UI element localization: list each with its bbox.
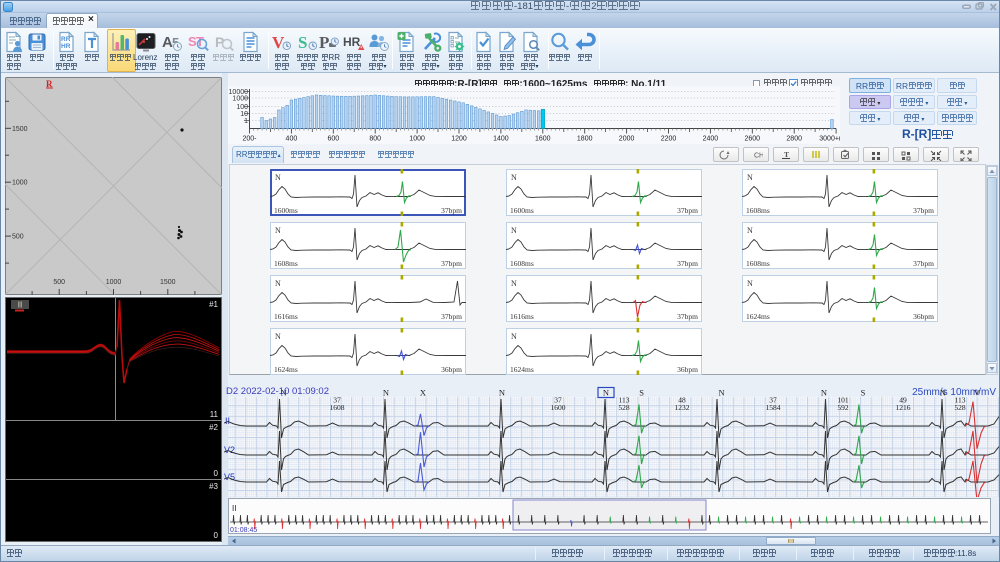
svg-text:1600ms: 1600ms [510, 206, 534, 215]
svg-text:N: N [511, 173, 517, 182]
svg-text:1216: 1216 [896, 403, 911, 412]
svg-text:500: 500 [12, 234, 24, 241]
svg-text:37bpm: 37bpm [441, 206, 462, 215]
svg-text:800: 800 [369, 136, 381, 143]
svg-text:1800: 1800 [577, 136, 593, 143]
svg-text:01:08:45: 01:08:45 [230, 527, 257, 534]
svg-text:V5: V5 [224, 472, 235, 482]
svg-text:2800: 2800 [786, 136, 802, 143]
svg-text:P: P [319, 33, 329, 52]
svg-text:N: N [940, 388, 946, 398]
svg-text:N: N [281, 388, 287, 398]
svg-text:37bpm: 37bpm [677, 206, 698, 215]
svg-text:II: II [232, 504, 236, 513]
svg-text:#2: #2 [209, 423, 218, 432]
svg-text:37bpm: 37bpm [441, 312, 462, 321]
svg-text:S: S [298, 33, 307, 52]
svg-text:N: N [275, 226, 281, 235]
svg-text:X: X [420, 388, 426, 398]
svg-text:528: 528 [618, 403, 630, 412]
svg-text:1600ms: 1600ms [274, 206, 298, 215]
svg-text:1616ms: 1616ms [510, 312, 534, 321]
svg-text:36bpm: 36bpm [677, 365, 698, 374]
svg-text:V: V [974, 388, 981, 398]
svg-text:3000+(ms): 3000+(ms) [819, 136, 840, 143]
svg-text:1232: 1232 [675, 403, 690, 412]
svg-text:N: N [383, 388, 389, 398]
svg-text:1: 1 [244, 118, 248, 125]
svg-text:S: S [639, 388, 644, 398]
svg-text:1616ms: 1616ms [274, 312, 298, 321]
svg-text:1608: 1608 [330, 403, 345, 412]
svg-text:500: 500 [53, 279, 65, 286]
svg-text:1600: 1600 [551, 403, 566, 412]
svg-text:1000: 1000 [12, 180, 28, 187]
svg-text:0: 0 [214, 531, 219, 540]
svg-text:N: N [603, 388, 609, 398]
svg-text:N: N [499, 388, 505, 398]
svg-text:N: N [511, 226, 517, 235]
svg-text:1000: 1000 [232, 95, 248, 102]
svg-text:400: 400 [286, 136, 298, 143]
svg-text:2200: 2200 [661, 136, 677, 143]
svg-text:36bpm: 36bpm [914, 312, 935, 321]
svg-text:N: N [275, 279, 281, 288]
svg-text:HR: HR [343, 35, 361, 49]
svg-text:1624ms: 1624ms [274, 365, 298, 374]
svg-text:37bpm: 37bpm [441, 259, 462, 268]
svg-text:1624ms: 1624ms [746, 312, 770, 321]
svg-text:1500: 1500 [12, 126, 28, 133]
svg-text:36bpm: 36bpm [441, 365, 462, 374]
svg-text:N: N [821, 388, 827, 398]
svg-text:0: 0 [214, 469, 219, 478]
svg-text:592: 592 [837, 403, 849, 412]
svg-text:1200: 1200 [451, 136, 467, 143]
svg-text:1000: 1000 [106, 279, 122, 286]
svg-text:37bpm: 37bpm [914, 259, 935, 268]
svg-text:200-: 200- [242, 136, 257, 143]
svg-text:V: V [272, 33, 285, 52]
svg-text:N: N [747, 226, 753, 235]
svg-text:N: N [747, 279, 753, 288]
svg-text:N: N [511, 332, 517, 341]
svg-text:1000: 1000 [409, 136, 425, 143]
svg-text:1600: 1600 [535, 136, 551, 143]
svg-text:#1: #1 [209, 300, 218, 309]
svg-text:11: 11 [210, 410, 219, 419]
svg-text:V2: V2 [224, 445, 235, 455]
svg-text:II: II [225, 416, 230, 426]
svg-text:37bpm: 37bpm [677, 259, 698, 268]
svg-text:37bpm: 37bpm [677, 312, 698, 321]
svg-text:1608ms: 1608ms [274, 259, 298, 268]
svg-text:1500: 1500 [160, 279, 176, 286]
svg-text:1608ms: 1608ms [746, 206, 770, 215]
svg-text:II: II [18, 301, 22, 310]
svg-text:T: T [196, 34, 204, 49]
svg-text:N: N [747, 173, 753, 182]
svg-text:HR: HR [61, 43, 71, 50]
svg-text:N: N [275, 332, 281, 341]
svg-text:RR: RR [61, 36, 71, 43]
svg-text:600: 600 [327, 136, 339, 143]
svg-text:#3: #3 [209, 482, 218, 491]
svg-text:N: N [719, 388, 725, 398]
svg-text:528: 528 [954, 403, 966, 412]
svg-text:CH: CH [754, 152, 763, 159]
svg-text:2600: 2600 [745, 136, 761, 143]
svg-text:D2 2022-02-10 01:09:02: D2 2022-02-10 01:09:02 [226, 386, 329, 397]
svg-text:S: S [861, 388, 866, 398]
svg-text:2400: 2400 [703, 136, 719, 143]
svg-text:100: 100 [236, 104, 248, 111]
svg-text:T: T [784, 150, 789, 159]
svg-text:1608ms: 1608ms [510, 259, 534, 268]
svg-text:37bpm: 37bpm [914, 206, 935, 215]
svg-text:2000: 2000 [619, 136, 635, 143]
svg-text:N: N [511, 279, 517, 288]
svg-text:N: N [275, 173, 281, 182]
svg-text:1584: 1584 [766, 403, 781, 412]
svg-text:1624ms: 1624ms [510, 365, 534, 374]
svg-text:1400: 1400 [493, 136, 509, 143]
svg-text:1608ms: 1608ms [746, 259, 770, 268]
